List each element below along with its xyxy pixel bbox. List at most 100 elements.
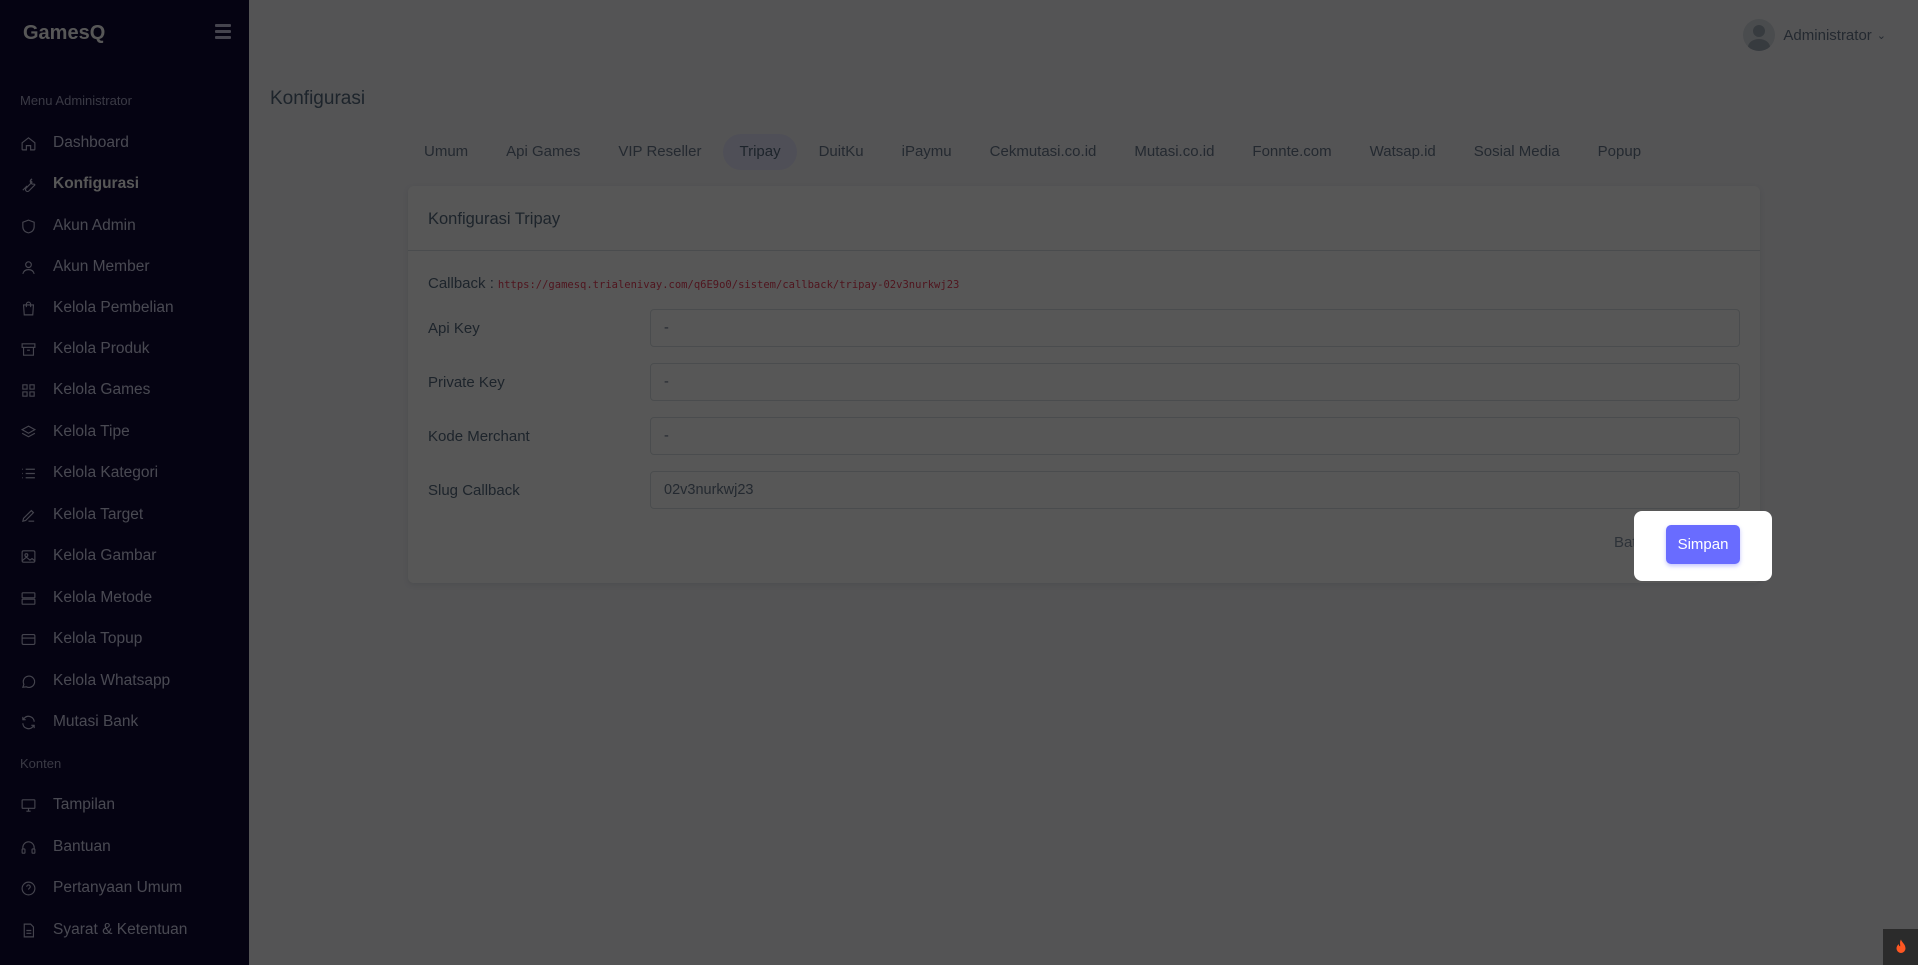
sidebar-item-kelola-metode[interactable]: Kelola Metode — [20, 583, 230, 613]
tab-vip-reseller[interactable]: VIP Reseller — [602, 134, 717, 170]
sidebar-item-label: Dashboard — [53, 134, 129, 151]
user-menu[interactable]: Administrator ⌄ — [1743, 19, 1886, 51]
sidebar-item-label: Kelola Target — [53, 506, 144, 523]
tab-fonnte[interactable]: Fonnte.com — [1236, 134, 1347, 170]
callback-label: Callback : — [428, 275, 494, 292]
brand-logo[interactable]: GamesQ — [23, 22, 105, 45]
sidebar-item-akun-member[interactable]: Akun Member — [20, 252, 230, 282]
menu-toggle-icon[interactable] — [215, 24, 231, 40]
monitor-icon — [20, 797, 37, 814]
sidebar-item-label: Mutasi Bank — [53, 713, 139, 730]
credit-card-icon — [20, 631, 37, 648]
tab-duitku[interactable]: DuitKu — [803, 134, 880, 170]
sidebar-item-kelola-pembelian[interactable]: Kelola Pembelian — [20, 293, 230, 323]
form-row-slug-callback: Slug Callback — [428, 471, 1740, 509]
save-button[interactable]: Simpan — [1666, 525, 1740, 564]
list-icon — [20, 465, 37, 482]
sidebar-item-label: Akun Member — [53, 258, 150, 275]
image-icon — [20, 548, 37, 565]
private-key-label: Private Key — [428, 373, 505, 391]
sidebar-item-kelola-tipe[interactable]: Kelola Tipe — [20, 417, 230, 447]
slug-callback-input[interactable] — [650, 471, 1740, 509]
grid-icon — [20, 382, 37, 399]
sidebar-item-bantuan[interactable]: Bantuan — [20, 832, 230, 862]
menu-header-admin: Menu Administrator — [20, 93, 132, 108]
sidebar-item-label: Kelola Produk — [53, 340, 150, 357]
archive-icon — [20, 341, 37, 358]
menu-header-content: Konten — [20, 756, 62, 771]
sidebar: GamesQ Menu Administrator Dashboard Konf… — [0, 0, 249, 965]
sidebar-item-label: Kelola Tipe — [53, 423, 130, 440]
fire-widget-button[interactable] — [1883, 929, 1918, 965]
sidebar-item-label: Kelola Topup — [53, 630, 143, 647]
tab-mutasi[interactable]: Mutasi.co.id — [1118, 134, 1230, 170]
layers-icon — [20, 424, 37, 441]
home-icon — [20, 135, 37, 152]
sidebar-item-konfigurasi[interactable]: Konfigurasi — [20, 169, 230, 199]
sidebar-item-mutasi-bank[interactable]: Mutasi Bank — [20, 707, 230, 737]
tab-cekmutasi[interactable]: Cekmutasi.co.id — [974, 134, 1113, 170]
sidebar-item-pertanyaan-umum[interactable]: Pertanyaan Umum — [20, 873, 230, 903]
sidebar-item-label: Kelola Gambar — [53, 547, 157, 564]
callback-url: https://gamesq.trialenivay.com/q6E9o0/si… — [497, 279, 960, 291]
sidebar-item-kelola-produk[interactable]: Kelola Produk — [20, 334, 230, 364]
shopping-bag-icon — [20, 300, 37, 317]
server-icon — [20, 590, 37, 607]
sidebar-item-kelola-whatsapp[interactable]: Kelola Whatsapp — [20, 666, 230, 696]
user-icon — [20, 259, 37, 276]
sidebar-item-syarat-ketentuan[interactable]: Syarat & Ketentuan — [20, 915, 230, 945]
sidebar-item-label: Kelola Pembelian — [53, 299, 174, 316]
flame-icon — [1896, 939, 1905, 953]
api-key-label: Api Key — [428, 319, 480, 337]
form-row-api-key: Api Key — [428, 309, 1740, 347]
config-tabs: Umum Api Games VIP Reseller Tripay DuitK… — [408, 134, 1663, 170]
sidebar-item-label: Pertanyaan Umum — [53, 879, 183, 896]
sidebar-item-kelola-gambar[interactable]: Kelola Gambar — [20, 541, 230, 571]
sidebar-item-tampilan[interactable]: Tampilan — [20, 790, 230, 820]
help-circle-icon — [20, 880, 37, 897]
sidebar-item-kelola-games[interactable]: Kelola Games — [20, 375, 230, 405]
sidebar-item-label: Kelola Games — [53, 381, 151, 398]
sidebar-item-akun-admin[interactable]: Akun Admin — [20, 211, 230, 241]
callback-row: Callback : https://gamesq.trialenivay.com… — [428, 275, 959, 292]
kode-merchant-input[interactable] — [650, 417, 1740, 455]
wrench-icon — [20, 176, 37, 193]
sidebar-item-label: Kelola Metode — [53, 589, 153, 606]
sidebar-item-label: Tampilan — [53, 796, 116, 813]
chevron-down-icon: ⌄ — [1876, 29, 1886, 42]
chat-icon — [20, 673, 37, 690]
form-row-kode-merchant: Kode Merchant — [428, 417, 1740, 455]
sidebar-item-kelola-kategori[interactable]: Kelola Kategori — [20, 458, 230, 488]
api-key-input[interactable] — [650, 309, 1740, 347]
config-card: Konfigurasi Tripay Callback : https://gam… — [408, 186, 1760, 583]
sidebar-item-kelola-target[interactable]: Kelola Target — [20, 500, 230, 530]
tab-umum[interactable]: Umum — [408, 134, 484, 170]
card-title: Konfigurasi Tripay — [408, 186, 1760, 251]
sidebar-item-label: Kelola Kategori — [53, 464, 159, 481]
pen-icon — [20, 507, 37, 524]
kode-merchant-label: Kode Merchant — [428, 427, 530, 445]
refresh-icon — [20, 714, 37, 731]
sidebar-item-label: Konfigurasi — [53, 175, 140, 192]
sidebar-item-label: Akun Admin — [53, 217, 136, 234]
sidebar-item-dashboard[interactable]: Dashboard — [20, 128, 230, 158]
slug-callback-label: Slug Callback — [428, 481, 520, 499]
tab-ipaymu[interactable]: iPaymu — [886, 134, 968, 170]
headphones-icon — [20, 839, 37, 856]
private-key-input[interactable] — [650, 363, 1740, 401]
sidebar-item-label: Syarat & Ketentuan — [53, 921, 188, 938]
file-text-icon — [20, 922, 37, 939]
user-name: Administrator — [1783, 26, 1872, 44]
form-row-private-key: Private Key — [428, 363, 1740, 401]
sidebar-item-kelola-topup[interactable]: Kelola Topup — [20, 624, 230, 654]
tab-popup[interactable]: Popup — [1582, 134, 1657, 170]
page-title: Konfigurasi — [270, 88, 366, 109]
sidebar-item-label: Bantuan — [53, 838, 111, 855]
tab-tripay[interactable]: Tripay — [723, 134, 797, 170]
tab-api-games[interactable]: Api Games — [490, 134, 596, 170]
tab-sosial-media[interactable]: Sosial Media — [1458, 134, 1576, 170]
tab-watsap[interactable]: Watsap.id — [1354, 134, 1452, 170]
avatar — [1743, 19, 1776, 51]
shield-icon — [20, 218, 37, 235]
sidebar-item-label: Kelola Whatsapp — [53, 672, 171, 689]
